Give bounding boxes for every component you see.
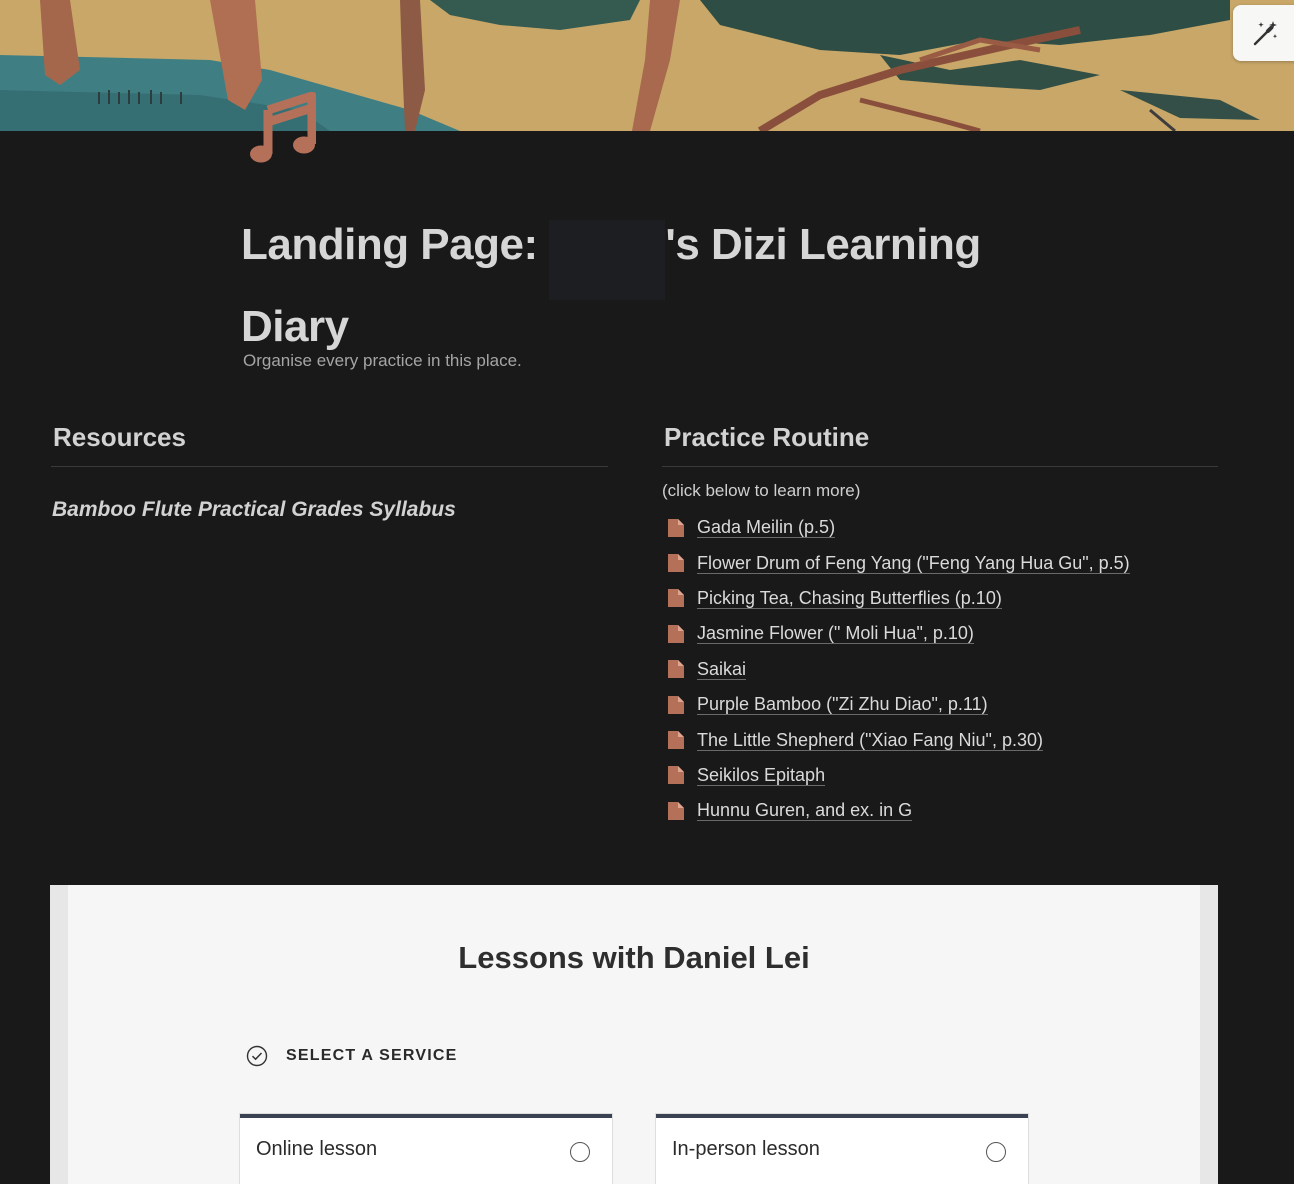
practice-item-label: Saikai — [697, 658, 747, 680]
document-icon — [668, 766, 684, 785]
practice-routine-heading: Practice Routine — [662, 420, 1218, 467]
practice-item-saikai[interactable]: Saikai — [662, 652, 1218, 687]
ai-assistant-button[interactable] — [1233, 5, 1294, 61]
document-icon — [668, 589, 684, 608]
cover-image[interactable] — [0, 0, 1294, 131]
practice-item-label: Jasmine Flower (" Moli Hua", p.10) — [697, 623, 974, 645]
practice-item-seikilos-epitaph[interactable]: Seikilos Epitaph — [662, 758, 1218, 793]
service-radio-in-person[interactable] — [986, 1142, 1006, 1162]
booking-embed: Lessons with Daniel Lei SELECT A SERVICE… — [50, 885, 1218, 1184]
magic-wand-icon — [1253, 21, 1278, 46]
select-service-step: SELECT A SERVICE — [246, 1045, 458, 1067]
practice-item-picking-tea[interactable]: Picking Tea, Chasing Butterflies (p.10) — [662, 581, 1218, 616]
page-subtitle: Organise every practice in this place. — [243, 351, 522, 370]
practice-item-label: Picking Tea, Chasing Butterflies (p.10) — [697, 587, 1002, 609]
service-option-online[interactable]: Online lesson — [240, 1114, 612, 1184]
booking-title: Lessons with Daniel Lei — [458, 940, 810, 975]
syllabus-link[interactable]: Bamboo Flute Practical Grades Syllabus — [51, 498, 608, 522]
practice-item-purple-bamboo[interactable]: Purple Bamboo ("Zi Zhu Diao", p.11) — [662, 687, 1218, 722]
service-name: In-person lesson — [672, 1138, 820, 1160]
practice-item-flower-drum[interactable]: Flower Drum of Feng Yang ("Feng Yang Hua… — [662, 545, 1218, 580]
select-service-label: SELECT A SERVICE — [286, 1047, 458, 1064]
practice-item-label: Seikilos Epitaph — [697, 764, 826, 786]
service-name: Online lesson — [256, 1138, 378, 1160]
service-option-in-person[interactable]: In-person lesson — [656, 1114, 1028, 1184]
practice-item-jasmine-flower[interactable]: Jasmine Flower (" Moli Hua", p.10) — [662, 616, 1218, 651]
resources-heading: Resources — [51, 420, 608, 467]
redacted-name — [549, 220, 666, 300]
practice-item-little-shepherd[interactable]: The Little Shepherd ("Xiao Fang Niu", p.… — [662, 722, 1218, 757]
check-circle-icon — [246, 1045, 268, 1067]
document-icon — [668, 731, 684, 750]
document-icon — [668, 624, 684, 643]
document-icon — [668, 518, 684, 537]
booking-panel: Lessons with Daniel Lei SELECT A SERVICE… — [68, 885, 1200, 1184]
music-note-icon[interactable] — [248, 91, 317, 164]
practice-routine-column: Practice Routine (click below to learn m… — [662, 420, 1218, 829]
cover-artwork — [0, 0, 1294, 131]
practice-hint: (click below to learn more) — [662, 481, 861, 500]
document-icon — [668, 554, 684, 573]
document-icon — [668, 695, 684, 714]
practice-item-label: The Little Shepherd ("Xiao Fang Niu", p.… — [697, 729, 1043, 751]
service-radio-online[interactable] — [570, 1142, 590, 1162]
notion-page: Landing Page: 's Dizi Learning Diary Org… — [0, 0, 1294, 1184]
page-title-prefix: Landing Page: — [241, 220, 550, 269]
practice-item-label: Gada Meilin (p.5) — [697, 517, 836, 539]
practice-item-label: Hunnu Guren, and ex. in G — [697, 800, 913, 822]
page-title[interactable]: Landing Page: 's Dizi Learning Diary — [241, 218, 1001, 353]
resources-column: Resources Bamboo Flute Practical Grades … — [51, 420, 608, 522]
document-icon — [668, 801, 684, 820]
practice-list: Gada Meilin (p.5) Flower Drum of Feng Ya… — [662, 510, 1218, 829]
practice-item-label: Flower Drum of Feng Yang ("Feng Yang Hua… — [697, 552, 1130, 574]
practice-item-hunnu-guren[interactable]: Hunnu Guren, and ex. in G — [662, 793, 1218, 828]
practice-item-label: Purple Bamboo ("Zi Zhu Diao", p.11) — [697, 694, 988, 716]
practice-item-gada-meilin[interactable]: Gada Meilin (p.5) — [662, 510, 1218, 545]
document-icon — [668, 660, 684, 679]
